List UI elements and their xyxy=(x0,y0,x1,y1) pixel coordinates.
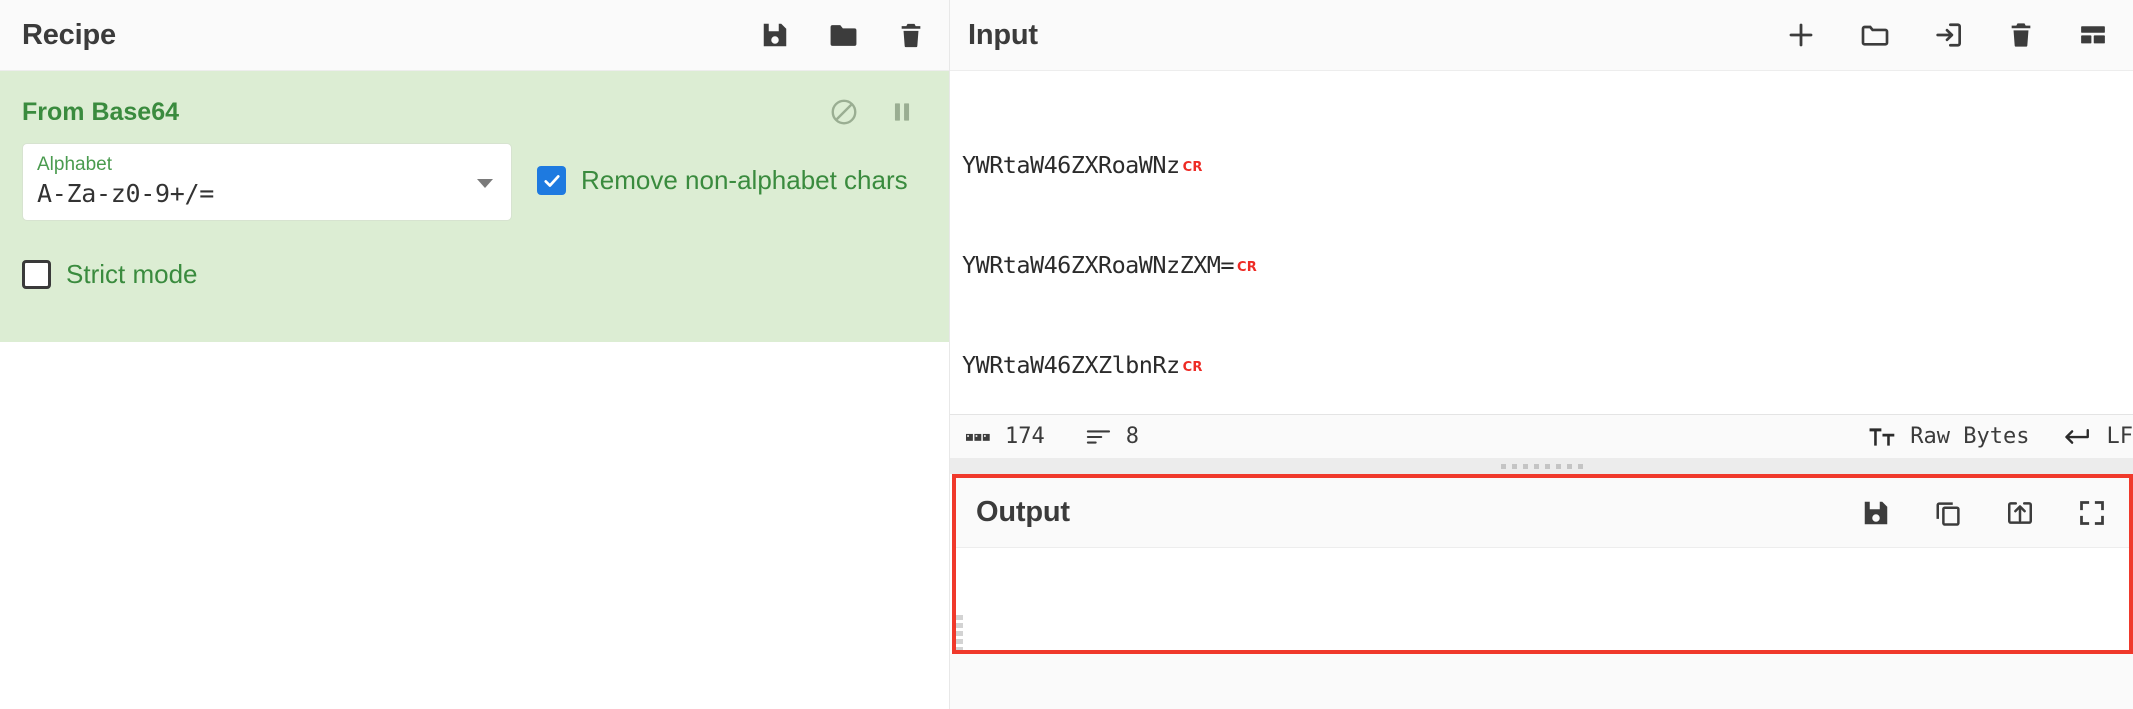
operation-title: From Base64 xyxy=(22,98,179,127)
splitter-dot xyxy=(1501,464,1506,469)
input-line: YWRtaW46ZXRoaWNzCR xyxy=(962,149,2133,184)
input-toolbar xyxy=(1785,19,2109,51)
input-line: YWRtaW46ZXRoaWNzZXM=CR xyxy=(962,249,2133,284)
operation-header: From Base64 xyxy=(0,71,949,131)
strict-mode-checkbox[interactable] xyxy=(22,260,51,289)
splitter-dot xyxy=(1545,464,1550,469)
splitter-dot xyxy=(1578,464,1583,469)
save-recipe-icon[interactable] xyxy=(760,20,790,50)
reset-pane-layout-icon[interactable] xyxy=(2077,20,2109,50)
input-encoding-value: Raw Bytes xyxy=(1910,424,2029,449)
io-pane: Input xyxy=(950,0,2133,709)
chevron-down-icon[interactable] xyxy=(477,179,493,188)
input-textarea[interactable]: YWRtaW46ZXRoaWNzCR YWRtaW46ZXRoaWNzZXM=C… xyxy=(950,71,2133,414)
input-length-status[interactable]: 174 xyxy=(966,424,1045,449)
operation-controls xyxy=(829,97,949,127)
cr-marker: CR xyxy=(1180,360,1203,375)
output-pane-title: Output xyxy=(976,496,1070,529)
alphabet-label: Alphabet xyxy=(37,153,497,177)
disable-operation-icon[interactable] xyxy=(829,97,859,127)
input-line-ending-value: LF xyxy=(2107,424,2133,449)
remove-non-alphabet-chars-checkbox-row[interactable]: Remove non-alphabet chars xyxy=(537,165,908,196)
remove-non-alphabet-chars-label: Remove non-alphabet chars xyxy=(581,165,908,196)
alphabet-select[interactable]: Alphabet A-Za-z0-9+/= xyxy=(22,143,512,221)
input-line-ending-status[interactable]: LF xyxy=(2064,424,2133,449)
output-title-bar: Output xyxy=(956,478,2129,548)
output-textarea[interactable]: admin:ethicsadmin:ethicsesadmin:eventsad… xyxy=(956,548,2129,650)
maximise-output-icon[interactable] xyxy=(2077,498,2107,528)
clear-input-icon[interactable] xyxy=(2007,20,2035,50)
strict-mode-label: Strict mode xyxy=(66,259,198,290)
add-input-tab-icon[interactable] xyxy=(1785,19,1817,51)
replace-input-with-output-icon[interactable] xyxy=(2005,498,2035,528)
io-splitter-handle[interactable] xyxy=(950,458,2133,474)
recipe-title-bar: Recipe xyxy=(0,0,949,71)
input-lines-status[interactable]: 8 xyxy=(1085,424,1139,449)
recipe-pane: Recipe xyxy=(0,0,950,709)
recipe-toolbar xyxy=(760,20,925,51)
open-folder-as-input-icon[interactable] xyxy=(1859,19,1891,51)
copy-output-icon[interactable] xyxy=(1933,498,1963,528)
cyberchef-app: Recipe xyxy=(0,0,2133,709)
enter-icon xyxy=(2064,427,2094,447)
input-status-right: Raw Bytes LF xyxy=(1869,424,2133,449)
input-lines-value: 8 xyxy=(1126,424,1139,449)
splitter-dot xyxy=(1512,464,1517,469)
operation-arguments: Alphabet A-Za-z0-9+/= Remove non-alphabe… xyxy=(0,131,949,221)
splitter-dot xyxy=(1523,464,1528,469)
remove-non-alphabet-chars-checkbox[interactable] xyxy=(537,166,566,195)
input-title-bar: Input xyxy=(950,0,2133,71)
output-section: Output xyxy=(950,474,2133,709)
strict-mode-wrap: Strict mode xyxy=(0,221,949,342)
abc-icon xyxy=(966,429,992,445)
breakpoint-icon[interactable] xyxy=(889,98,915,126)
lines-icon xyxy=(1085,427,1113,447)
splitter-dot xyxy=(1534,464,1539,469)
splitter-dot xyxy=(1556,464,1561,469)
save-output-icon[interactable] xyxy=(1861,498,1891,528)
output-scroll-indicator[interactable] xyxy=(956,551,963,650)
output-toolbar xyxy=(1861,498,2107,528)
input-pane-title: Input xyxy=(968,19,1038,52)
strict-mode-checkbox-row[interactable]: Strict mode xyxy=(22,259,949,290)
recipe-empty-area[interactable] xyxy=(0,342,949,709)
load-recipe-icon[interactable] xyxy=(828,20,859,51)
clear-recipe-icon[interactable] xyxy=(897,21,925,50)
output-highlight-box: Output xyxy=(952,474,2133,654)
input-status-bar: 174 8 xyxy=(950,414,2133,458)
input-section: Input xyxy=(950,0,2133,474)
output-filler xyxy=(950,654,2133,709)
recipe-pane-title: Recipe xyxy=(22,19,116,52)
splitter-dot xyxy=(1567,464,1572,469)
alphabet-value: A-Za-z0-9+/= xyxy=(37,178,497,211)
input-encoding-status[interactable]: Raw Bytes xyxy=(1869,424,2029,449)
input-line: YWRtaW46ZXZlbnRzCR xyxy=(962,349,2133,384)
cr-marker: CR xyxy=(1234,260,1257,275)
cr-marker: CR xyxy=(1180,160,1203,175)
open-file-as-input-icon[interactable] xyxy=(1933,19,1965,51)
font-icon xyxy=(1869,426,1897,448)
recipe-operation-from-base64[interactable]: From Base64 xyxy=(0,71,949,342)
input-length-value: 174 xyxy=(1005,424,1045,449)
